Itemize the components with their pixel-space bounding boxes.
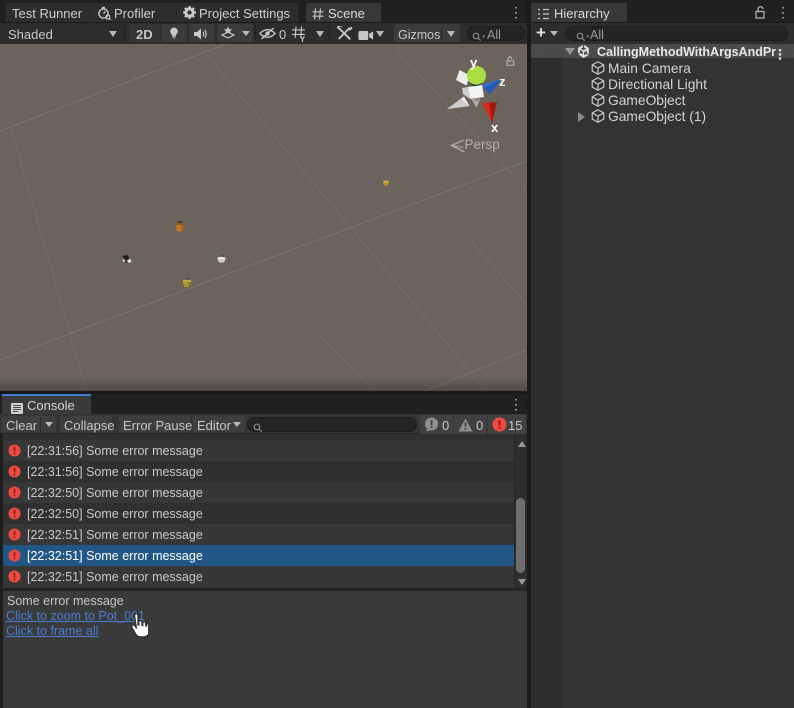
svg-text:x: x [491,120,499,135]
svg-text:y: y [470,55,478,70]
svg-text:Persp: Persp [465,137,500,152]
svg-text:z: z [499,74,506,89]
